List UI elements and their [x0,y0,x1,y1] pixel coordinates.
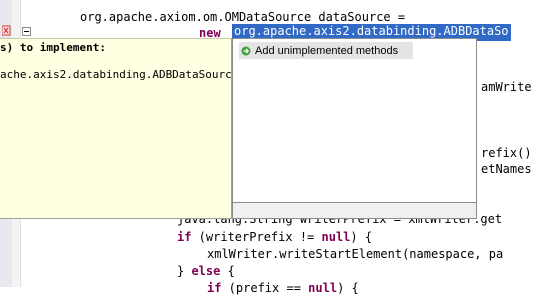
code-line[interactable]: xmlWriter.writeStartElement(namespace, p… [207,247,503,261]
code-text: (prefix == [221,281,309,295]
popup-status-bar [232,203,477,219]
code-line[interactable]: org.apache.axiom.om.OMDataSource dataSou… [80,10,405,24]
keyword: if [177,230,192,244]
info-body: ache.axis2.databinding.ADBDataSource.se [0,68,232,81]
quickfix-item-label: Add unimplemented methods [255,44,399,57]
info-title: s) to implement: [0,41,106,54]
keyword: else [191,264,221,278]
quickfix-info-panel: s) to implement: ache.axis2.databinding.… [0,38,232,219]
keyword: null [308,281,338,295]
code-text: ) { [337,281,359,295]
code-text: { [220,264,235,278]
code-fragment: amWrite [481,80,532,94]
code-text: (writerPrefix != [191,230,322,244]
code-fragment: etNames [481,162,532,176]
code-line[interactable]: } else { [177,264,235,278]
collapse-icon[interactable] [22,27,31,36]
code-text: ) { [350,230,373,244]
code-line[interactable]: if (prefix == null) { [207,281,359,295]
code-fragment: refix() [481,146,532,160]
code-line[interactable]: if (writerPrefix != null) { [177,230,372,244]
code-text: } [177,264,192,278]
quickfix-item-add-unimplemented[interactable]: Add unimplemented methods [239,42,413,59]
code-text: org.apache.axiom.om.OMDataSource dataSou… [80,10,406,24]
keyword: null [321,230,351,244]
keyword: if [207,281,222,295]
quickfix-popup[interactable]: Add unimplemented methods [232,38,477,203]
error-icon[interactable] [2,25,11,36]
green-arrow-icon [241,46,251,55]
